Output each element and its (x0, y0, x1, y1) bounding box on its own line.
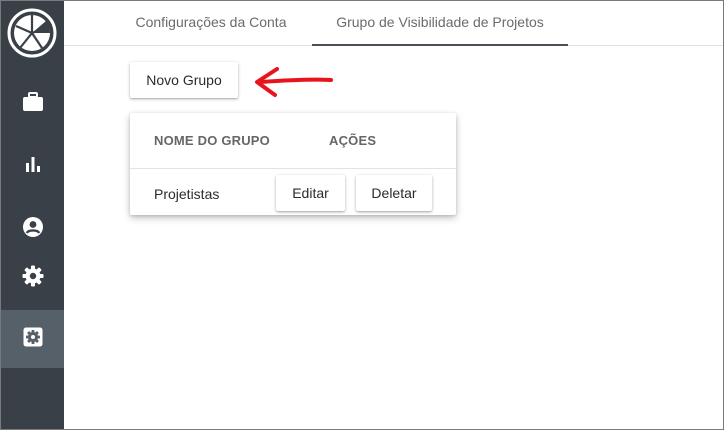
logo-icon[interactable] (6, 7, 58, 59)
account-circle-icon (22, 216, 44, 243)
table-divider (130, 168, 456, 169)
new-group-button[interactable]: Novo Grupo (130, 62, 238, 98)
column-header-actions: AÇÕES (329, 133, 377, 148)
column-header-group-name: NOME DO GRUPO (154, 133, 270, 148)
groups-table: NOME DO GRUPO AÇÕES Projetistas Editar D… (130, 113, 456, 215)
settings-icon (22, 265, 44, 292)
annotation-arrow-icon (251, 65, 335, 101)
sidebar-item-app-settings[interactable] (1, 310, 64, 368)
sidebar (1, 1, 64, 429)
app-window: Configurações da Conta Grupo de Visibili… (0, 0, 724, 430)
tab-account-settings[interactable]: Configurações da Conta (121, 1, 301, 45)
settings-applications-icon (23, 327, 43, 352)
sidebar-item-projects[interactable] (1, 84, 64, 124)
bar-chart-icon (25, 156, 41, 177)
tab-project-visibility-group[interactable]: Grupo de Visibilidade de Projetos (312, 1, 568, 46)
sidebar-item-settings[interactable] (1, 258, 64, 298)
tab-bar: Configurações da Conta Grupo de Visibili… (64, 1, 723, 46)
group-name-cell: Projetistas (154, 186, 220, 202)
sidebar-item-account[interactable] (1, 209, 64, 249)
sidebar-item-reports[interactable] (1, 146, 64, 186)
briefcase-icon (22, 91, 44, 117)
edit-button[interactable]: Editar (276, 175, 345, 211)
delete-button[interactable]: Deletar (356, 175, 432, 211)
